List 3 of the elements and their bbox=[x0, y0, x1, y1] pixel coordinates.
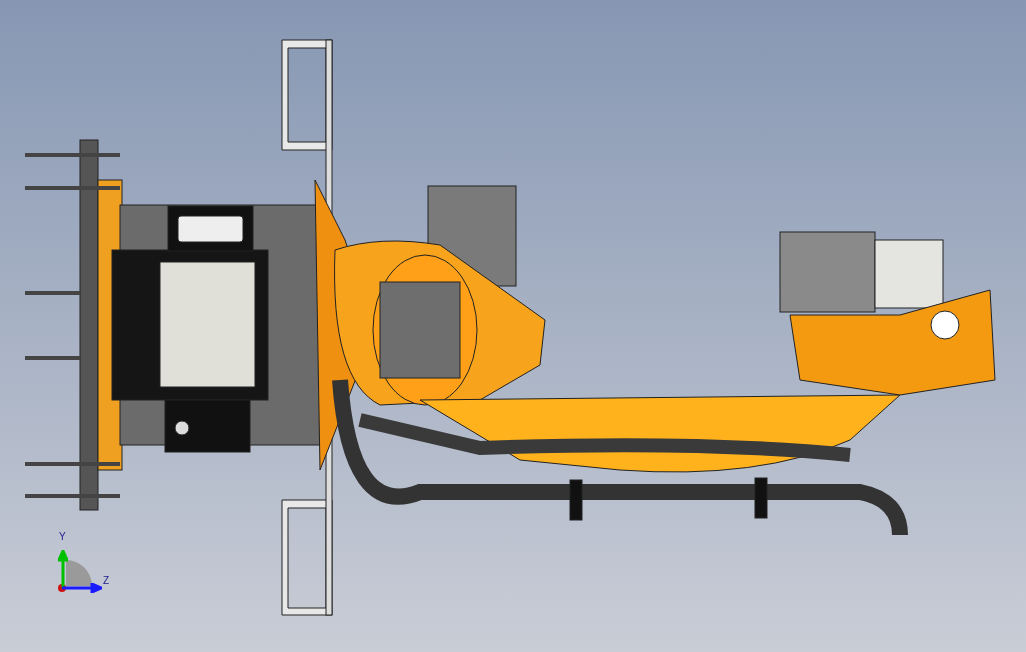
triad-quadrant-icon bbox=[66, 560, 92, 586]
axis-label: Y bbox=[59, 532, 66, 542]
axis-label: Z bbox=[103, 576, 110, 586]
